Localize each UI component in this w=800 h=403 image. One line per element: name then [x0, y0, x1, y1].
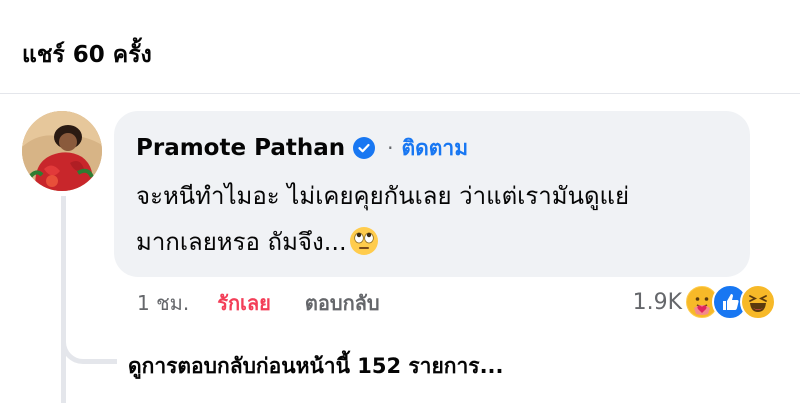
- comment-text: จะหนีทำไมอะ ไม่เคยคุยกันเลย ว่าแต่เรามัน…: [136, 173, 726, 265]
- thread-line: [61, 196, 66, 403]
- share-count[interactable]: แชร์ 60 ครั้ง: [22, 38, 152, 72]
- comment-header: Pramote Pathan · ติดตาม: [136, 131, 726, 165]
- comment-actions: 1 ชม. รักเลย ตอบกลับ: [137, 288, 380, 318]
- face-with-rolling-eyes-emoji: [349, 227, 378, 255]
- comment-bubble: Pramote Pathan · ติดตาม จะหนีทำไมอะ ไม่เ…: [114, 111, 750, 277]
- verified-badge-icon: [353, 137, 376, 159]
- thread-connector: [61, 304, 117, 364]
- reaction-count[interactable]: 1.9K: [633, 290, 682, 315]
- avatar[interactable]: [22, 111, 102, 191]
- comment-text-line: จะหนีทำไมอะ ไม่เคยคุยกันเลย ว่าแต่เรามัน…: [136, 182, 630, 210]
- comment-text-line-content: มากเลยหรอ ถัมจึง...: [136, 228, 347, 256]
- comments-panel: แชร์ 60 ครั้ง Pramote Pathan · ติดตาม จะ…: [0, 0, 800, 403]
- view-previous-replies-link[interactable]: ดูการตอบกลับก่อนหน้านี้ 152 รายการ...: [128, 350, 504, 383]
- comment-text-line-2: มากเลยหรอ ถัมจึง...: [136, 219, 726, 265]
- avatar-image: [22, 111, 102, 191]
- separator-dot: ·: [387, 136, 394, 160]
- follow-button[interactable]: ติดตาม: [401, 132, 468, 165]
- reaction-summary[interactable]: 1.9K: [633, 284, 776, 320]
- divider: [0, 93, 800, 94]
- reply-button[interactable]: ตอบกลับ: [305, 287, 380, 319]
- comment-timestamp[interactable]: 1 ชม.: [137, 287, 189, 319]
- love-reaction-button[interactable]: รักเลย: [217, 287, 271, 319]
- author-name[interactable]: Pramote Pathan: [136, 135, 345, 161]
- haha-reaction-icon: [740, 284, 776, 320]
